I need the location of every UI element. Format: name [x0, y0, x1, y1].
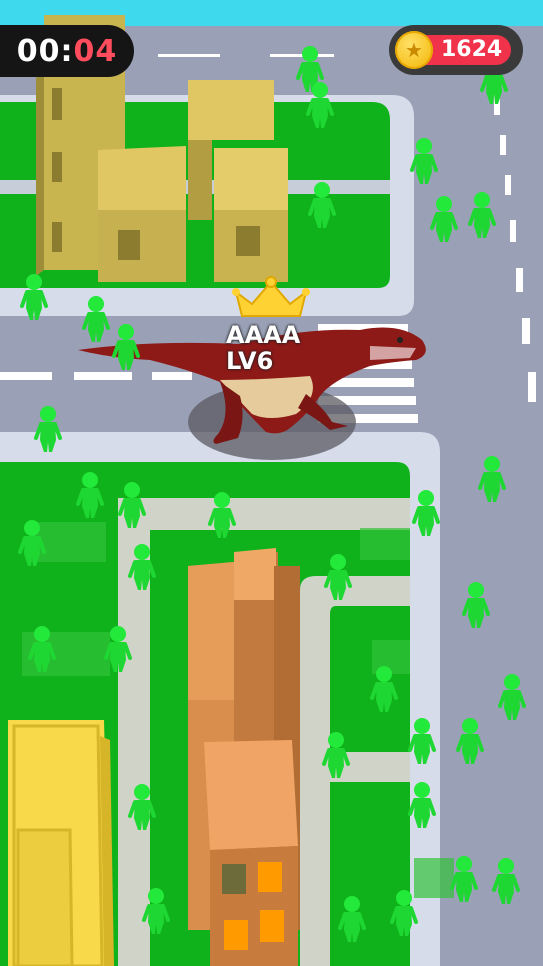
- coin-count: 1624: [441, 37, 503, 62]
- coin-counter: ★ 1624: [389, 25, 523, 75]
- timer-seconds: 04: [73, 33, 118, 69]
- crowd-layer: [18, 44, 526, 944]
- star-coin-icon: ★: [395, 31, 433, 69]
- timer-minutes: 00: [16, 33, 61, 69]
- game-canvas[interactable]: AAAA LV6 00: 04 ★ 1624: [0, 0, 543, 966]
- timer-separator: :: [60, 33, 74, 69]
- match-timer: 00:04: [0, 25, 134, 77]
